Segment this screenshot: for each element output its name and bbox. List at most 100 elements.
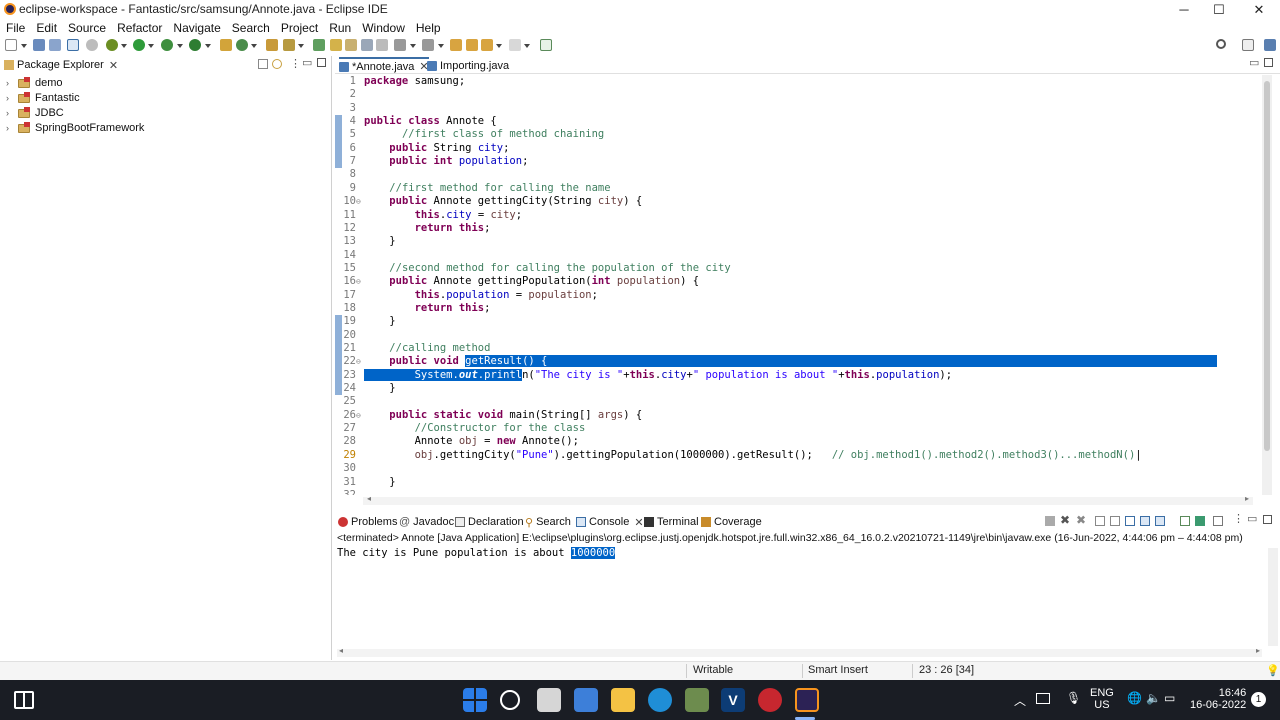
clock[interactable]: 16:46 16-06-2022 (1190, 687, 1246, 711)
scroll-right-icon[interactable]: ▸ (1256, 646, 1260, 655)
view-menu-icon[interactable]: ⋮ (1233, 512, 1244, 525)
code-line[interactable]: 20 (335, 329, 1260, 342)
open-perspective-icon[interactable] (1242, 39, 1254, 51)
menu-refactor[interactable]: Refactor (117, 19, 162, 36)
code-line[interactable]: 21 //calling method (335, 342, 1260, 355)
save-all-icon[interactable] (49, 39, 61, 51)
close-icon[interactable]: ✕ (634, 516, 643, 529)
fold-toggle-icon[interactable]: ⊖ (356, 355, 361, 368)
back-dropdown-icon[interactable] (496, 44, 502, 48)
eclipse-taskbar-icon[interactable] (795, 688, 819, 712)
code-line[interactable]: 8 (335, 168, 1260, 181)
close-window-button[interactable]: ✕ (1240, 0, 1278, 19)
tab-javadoc[interactable]: @ Javadoc (399, 515, 454, 529)
chevron-right-icon[interactable]: › (6, 123, 14, 133)
code-line[interactable]: 27 //Constructor for the class (335, 422, 1260, 435)
scroll-lock-icon[interactable] (1110, 516, 1120, 526)
code-line[interactable]: 7 public int population; (335, 155, 1260, 168)
chevron-right-icon[interactable]: › (6, 108, 14, 118)
prev-edit-icon[interactable] (422, 39, 434, 51)
code-line[interactable]: 2 (335, 88, 1260, 101)
fold-toggle-icon[interactable]: ⊖ (356, 195, 361, 208)
code-line[interactable]: 29 obj.gettingCity("Pune").gettingPopula… (335, 449, 1260, 462)
new-class-dropdown-icon[interactable] (251, 44, 257, 48)
code-line[interactable]: 3 (335, 102, 1260, 115)
search-taskbar-icon[interactable] (500, 690, 520, 710)
next-edit-icon[interactable] (394, 39, 406, 51)
toggle-highlight-icon[interactable] (330, 39, 342, 51)
console-horizontal-scrollbar[interactable]: ◂ ▸ (337, 646, 1262, 657)
tab-console[interactable]: Console ✕ (576, 515, 644, 529)
menu-edit[interactable]: Edit (36, 19, 57, 36)
open-type-icon[interactable] (266, 39, 278, 51)
scroll-left-icon[interactable]: ◂ (367, 494, 371, 503)
close-icon[interactable]: ✕ (109, 59, 118, 72)
debug-dropdown-icon[interactable] (121, 44, 127, 48)
last-edit-location-icon[interactable] (450, 39, 462, 51)
code-line[interactable]: 6 public String city; (335, 142, 1260, 155)
external-tools-icon[interactable] (189, 39, 201, 51)
code-line[interactable]: 4 public class Annote { (335, 115, 1260, 128)
minimize-view-icon[interactable]: ▭ (1249, 56, 1259, 69)
tree-item-jdbc[interactable]: › JDBC (6, 105, 64, 120)
terminate-icon[interactable] (1045, 516, 1055, 526)
code-line[interactable]: 1 package samsung; (335, 75, 1260, 88)
search-icon[interactable] (1216, 39, 1226, 49)
tab-coverage[interactable]: Coverage (701, 515, 762, 529)
code-line[interactable]: 18 return this; (335, 302, 1260, 315)
coverage-dropdown-icon[interactable] (177, 44, 183, 48)
maximize-view-icon[interactable] (1264, 58, 1273, 67)
code-line[interactable]: 13 } (335, 235, 1260, 248)
file-explorer-icon[interactable] (611, 688, 635, 712)
coverage-icon[interactable] (161, 39, 173, 51)
search-tool-dropdown-icon[interactable] (298, 44, 304, 48)
debug-icon[interactable] (106, 39, 118, 51)
notification-badge[interactable]: 1 (1251, 692, 1266, 707)
code-line[interactable]: 16 ⊖ public Annote gettingPopulation(int … (335, 275, 1260, 288)
code-line[interactable]: 15 //second method for calling the popul… (335, 262, 1260, 275)
volume-icon[interactable]: 🔈 (1146, 691, 1161, 705)
remove-launch-icon[interactable]: ✖ (1060, 513, 1070, 527)
next-annotation-icon[interactable] (313, 39, 325, 51)
windows-start-icon[interactable] (463, 688, 487, 712)
code-line[interactable]: 11 this.city = city; (335, 209, 1260, 222)
run-dropdown-icon[interactable] (148, 44, 154, 48)
vscode-app-icon[interactable]: V (721, 688, 745, 712)
open-console-icon[interactable] (1213, 516, 1223, 526)
tree-item-fantastic[interactable]: › Fantastic (6, 90, 80, 105)
code-line[interactable]: 5 //first class of method chaining (335, 128, 1260, 141)
network-icon[interactable]: 🌐 (1127, 691, 1142, 705)
fold-toggle-icon[interactable]: ⊖ (356, 409, 361, 422)
photos-icon[interactable] (685, 688, 709, 712)
pin-editor-icon[interactable] (540, 39, 552, 51)
minimize-button[interactable]: ─ (1165, 0, 1203, 19)
terminal-icon[interactable] (67, 39, 79, 51)
menu-source[interactable]: Source (68, 19, 106, 36)
task-view-icon[interactable] (14, 691, 34, 709)
battery-icon[interactable]: ▭ (1164, 691, 1175, 705)
clear-console-icon[interactable] (1095, 516, 1105, 526)
status-cursor-position[interactable]: 23 : 26 [34] (919, 664, 974, 676)
menu-search[interactable]: Search (232, 19, 270, 36)
console-vertical-scrollbar[interactable] (1268, 548, 1278, 646)
tree-item-springbootframework[interactable]: › SpringBootFramework (6, 120, 144, 135)
next-edit-dropdown-icon[interactable] (410, 44, 416, 48)
run-icon[interactable] (133, 39, 145, 51)
tree-item-demo[interactable]: › demo (6, 75, 63, 90)
collapse-all-icon[interactable] (258, 59, 268, 69)
search-tool-icon[interactable] (283, 39, 295, 51)
menu-window[interactable]: Window (362, 19, 405, 36)
maximize-view-icon[interactable] (317, 58, 326, 67)
scroll-right-icon[interactable]: ▸ (1245, 494, 1249, 503)
new-java-project-icon[interactable] (220, 39, 232, 51)
code-area[interactable]: 1 package samsung; 2 3 4 public class Annote … (335, 75, 1260, 495)
editor-horizontal-scrollbar[interactable]: ◂ ▸ (363, 494, 1253, 505)
view-menu-icon[interactable]: ⋮ (290, 57, 301, 70)
menu-file[interactable]: File (6, 19, 25, 36)
back-icon[interactable] (481, 39, 493, 51)
menu-navigate[interactable]: Navigate (173, 19, 220, 36)
forward-dropdown-icon[interactable] (524, 44, 530, 48)
microphone-icon[interactable]: 🎙 (1066, 691, 1081, 705)
edge-browser-icon[interactable] (648, 688, 672, 712)
code-line[interactable]: 17 this.population = population; (335, 289, 1260, 302)
